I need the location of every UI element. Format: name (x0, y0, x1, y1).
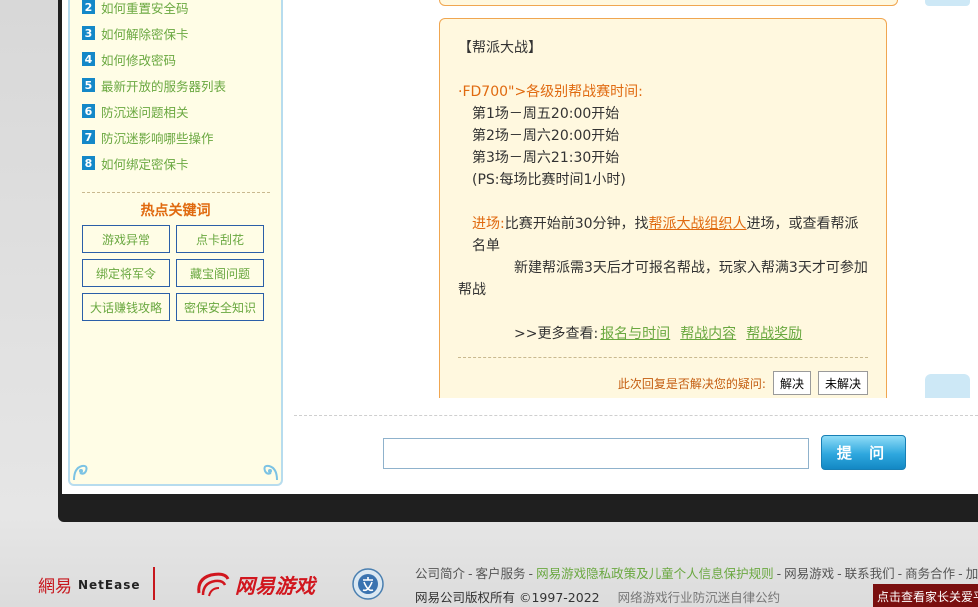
resolve-feedback: 此次回复是否解决您的疑问: 解决 未解决 (440, 371, 868, 395)
keyword-button[interactable]: 游戏异常 (82, 225, 170, 253)
faq-link[interactable]: 如何解除密保卡 (101, 24, 189, 43)
answer-body: 【帮派大战】 ·FD700">各级别帮战赛时间: 第1场－周五20:00开始 第… (458, 37, 870, 345)
sidebar: 2 如何重置安全码 3 如何解除密保卡 4 如何修改密码 5 最新开放的服务器列表 6防… (68, 0, 283, 486)
faq-number-badge: 4 (82, 52, 95, 66)
separator: - (958, 566, 963, 581)
entry-paragraph: 进场:比赛开始前30分钟，找帮派大战组织人进场，或查看帮派名单 (458, 213, 870, 257)
faq-item[interactable]: 4 如何修改密码 (82, 46, 226, 72)
rule-paragraph: 新建帮派需3天后才可报名帮战，玩家入帮满3天才可参加帮战 (458, 260, 868, 298)
entry-text: 比赛开始前30分钟，找 (504, 216, 649, 232)
faq-number-badge: 2 (82, 0, 95, 14)
faq-number-badge: 7 (82, 130, 95, 144)
round-line: 第2场－周六20:00开始 (472, 128, 620, 144)
more-label: >>更多查看: (514, 326, 599, 342)
more-link-reward[interactable]: 帮战奖励 (746, 326, 802, 342)
section-divider (294, 415, 978, 416)
faq-link[interactable]: 如何绑定密保卡 (101, 154, 189, 173)
question-input[interactable] (383, 438, 809, 469)
faq-item[interactable]: 3 如何解除密保卡 (82, 20, 226, 46)
faq-item[interactable]: 6 防沉迷问题相关 (82, 98, 226, 124)
keyword-button[interactable]: 点卡刮花 (176, 225, 264, 253)
separator: - (897, 566, 903, 581)
answer-heading: 【帮派大战】 (458, 40, 542, 56)
netease-logo[interactable]: 網易 NetEase (38, 572, 141, 597)
faq-link[interactable]: 防沉迷问题相关 (101, 102, 189, 121)
round-note: (PS:每场比赛时间1小时) (472, 172, 626, 188)
faq-number-badge: 8 (82, 156, 95, 170)
logo-divider (153, 567, 155, 600)
footer-link-service[interactable]: 客户服务 (476, 566, 526, 581)
faq-item[interactable]: 2 如何重置安全码 (82, 0, 226, 20)
faq-list: 2 如何重置安全码 3 如何解除密保卡 4 如何修改密码 5 最新开放的服务器列表 6防… (82, 0, 226, 176)
culture-badge-icon[interactable] (352, 568, 384, 600)
resolve-question: 此次回复是否解决您的疑问: (617, 376, 766, 391)
separator: - (468, 566, 473, 581)
faq-number-badge: 6 (82, 104, 95, 118)
ask-button[interactable]: 提 问 (821, 435, 906, 470)
footer-link-about[interactable]: 公司简介 (415, 566, 465, 581)
faq-link[interactable]: 如何修改密码 (101, 50, 176, 69)
anti-addiction-rule-link[interactable]: 网络游戏行业防沉迷自律公约 (618, 590, 781, 605)
footer-link-contact[interactable]: 联系我们 (845, 566, 895, 581)
side-tab[interactable] (925, 0, 970, 6)
previous-answer-card (439, 0, 898, 6)
side-tab[interactable] (925, 374, 970, 398)
faq-item[interactable]: 7 防沉迷影响哪些操作 (82, 124, 226, 150)
footer-link-business[interactable]: 商务合作 (905, 566, 955, 581)
netease-logo-cn: 網易 (38, 577, 72, 597)
keyword-button[interactable]: 密保安全知识 (176, 293, 264, 321)
footer-links: 公司简介 - 客户服务 - 网易游戏隐私政策及儿童个人信息保护规则 - 网易游戏 - 联系我们 -… (415, 563, 978, 582)
footer-copyright-row: 网易公司版权所有 ©1997-2022 网络游戏行业防沉迷自律公约 (415, 587, 780, 606)
swirl-logo-icon (197, 572, 230, 597)
keyword-button[interactable]: 藏宝阁问题 (176, 259, 264, 287)
footer-link-join[interactable]: 加 (966, 566, 978, 581)
separator: - (528, 566, 534, 581)
unresolved-button[interactable]: 未解决 (817, 371, 868, 395)
faq-link[interactable]: 最新开放的服务器列表 (101, 76, 226, 95)
card-divider (458, 357, 868, 358)
round-line: 第3场－周六21:30开始 (472, 150, 620, 166)
footer-link-games[interactable]: 网易游戏 (784, 566, 834, 581)
separator: - (776, 566, 782, 581)
copyright-text: 网易公司版权所有 ©1997-2022 (415, 590, 600, 605)
parent-care-banner[interactable]: 点击查看家长关爱平台 (873, 584, 978, 607)
schedule-title: ·FD700">各级别帮战赛时间: (458, 84, 643, 100)
organizer-link[interactable]: 帮派大战组织人 (649, 216, 747, 232)
keyword-button[interactable]: 绑定将军令 (82, 259, 170, 287)
keyword-grid: 游戏异常 点卡刮花 绑定将军令 藏宝阁问题 大话赚钱攻略 密保安全知识 (82, 225, 272, 321)
more-link-signup[interactable]: 报名与时间 (600, 326, 670, 342)
faq-item[interactable]: 8 如何绑定密保卡 (82, 150, 226, 176)
corner-ornament-icon (263, 464, 278, 481)
keyword-button[interactable]: 大话赚钱攻略 (82, 293, 170, 321)
netease-games-text: 网易游戏 (235, 573, 315, 598)
faq-number-badge: 3 (82, 26, 95, 40)
corner-ornament-icon (73, 464, 88, 481)
sidebar-divider (82, 192, 270, 193)
faq-item[interactable]: 5 最新开放的服务器列表 (82, 72, 226, 98)
more-row: >>更多查看: 报名与时间 帮战内容 帮战奖励 (458, 323, 870, 345)
round-line: 第1场－周五20:00开始 (472, 106, 620, 122)
resolved-button[interactable]: 解决 (772, 371, 811, 395)
netease-games-logo[interactable]: 网易游戏 (195, 569, 315, 599)
hot-keywords-title: 热点关键词 (140, 203, 211, 219)
entry-label: 进场: (472, 216, 505, 232)
footer-link-privacy[interactable]: 网易游戏隐私政策及儿童个人信息保护规则 (536, 566, 774, 581)
faq-link[interactable]: 防沉迷影响哪些操作 (101, 128, 214, 147)
answer-card: 【帮派大战】 ·FD700">各级别帮战赛时间: 第1场－周五20:00开始 第… (439, 18, 887, 398)
more-link-content[interactable]: 帮战内容 (680, 326, 736, 342)
separator: - (837, 566, 842, 581)
faq-link[interactable]: 如何重置安全码 (101, 0, 189, 17)
faq-number-badge: 5 (82, 78, 95, 92)
netease-logo-en: NetEase (78, 577, 141, 592)
